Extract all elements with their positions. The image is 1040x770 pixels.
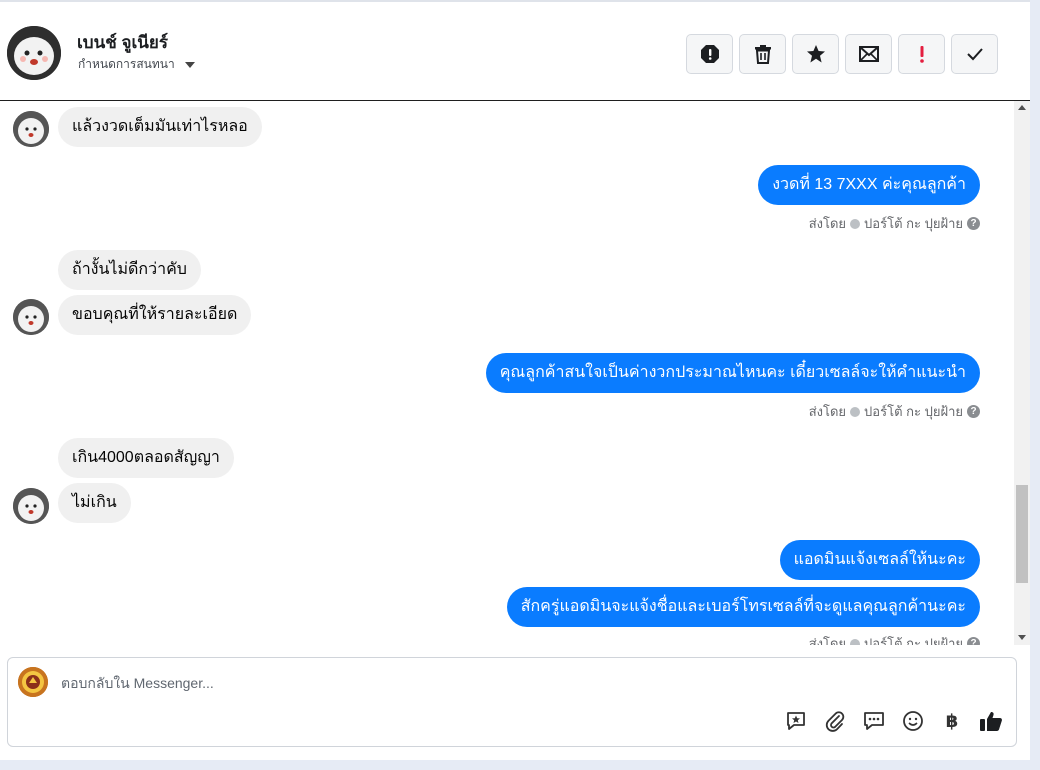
verified-icon	[850, 406, 861, 417]
exclamation-icon	[919, 46, 924, 63]
envelope-icon	[858, 46, 879, 62]
scrollbar-thumb[interactable]	[1016, 485, 1028, 583]
sender-name[interactable]: ปอร์โต้ กะ ปุยฝ้าย	[864, 633, 963, 645]
star-icon	[806, 45, 825, 63]
thumbs-up-icon	[980, 712, 1002, 731]
incoming-message[interactable]: เกิน4000ตลอดสัญญา	[58, 438, 234, 478]
star-button[interactable]	[792, 34, 839, 74]
header-actions	[686, 34, 998, 74]
mark-unread-button[interactable]	[845, 34, 892, 74]
conversation-settings-label: กำหนดการสนทนา	[78, 57, 175, 71]
follow-up-button[interactable]	[898, 34, 945, 74]
chat-bubble-icon	[864, 712, 884, 730]
sent-by-label: ส่งโดย	[808, 636, 847, 645]
contact-avatar-small	[13, 111, 49, 147]
delete-button[interactable]	[739, 34, 786, 74]
attach-button[interactable]	[822, 708, 848, 734]
scroll-up-arrow-icon[interactable]	[1018, 105, 1026, 110]
verified-icon	[850, 638, 861, 645]
saved-reply-icon	[787, 712, 805, 730]
sender-name[interactable]: ปอร์โต้ กะ ปุยฝ้าย	[864, 401, 963, 422]
incoming-message[interactable]: ไม่เกิน	[58, 483, 131, 523]
like-button[interactable]	[978, 708, 1004, 734]
help-icon[interactable]: ?	[967, 217, 980, 230]
reply-composer: ฿	[7, 657, 1017, 747]
baht-icon: ฿	[945, 710, 959, 731]
contact-avatar-small	[13, 488, 49, 524]
outgoing-message[interactable]: แอดมินแจ้งเซลล์ให้นะคะ	[779, 540, 980, 580]
help-icon[interactable]: ?	[967, 637, 980, 645]
conversation-settings-dropdown[interactable]: กำหนดการสนทนา	[78, 55, 195, 74]
quick-reply-button[interactable]	[861, 708, 887, 734]
alert-circle-icon	[700, 45, 719, 63]
check-icon	[966, 48, 983, 61]
outgoing-message[interactable]: สักครู่แอดมินจะแจ้งชื่อและเบอร์โทรเซลล์ท…	[506, 587, 980, 627]
mark-spam-button[interactable]	[686, 34, 733, 74]
contact-avatar-small	[13, 299, 49, 335]
incoming-message[interactable]: ถ้างั้นไม่ดีกว่าคับ	[58, 250, 201, 290]
incoming-message[interactable]: ขอบคุณที่ให้รายละเอียด	[58, 295, 252, 335]
sent-by-info: ส่งโดย ปอร์โต้ กะ ปุยฝ้าย ?	[809, 401, 980, 422]
inbox-frame: เบนช์ จูเนียร์ กำหนดการสนทนา แล้วงวดเต็ม…	[0, 0, 1030, 770]
mark-done-button[interactable]	[951, 34, 998, 74]
sent-by-info: ส่งโดย ปอร์โต้ กะ ปุยฝ้าย ?	[809, 633, 980, 645]
composer-toolbar: ฿	[783, 708, 1004, 734]
contact-avatar[interactable]	[7, 26, 61, 80]
message-thread[interactable]: แล้วงวดเต็มมันเท่าไรหลอ งวดที่ 13 7XXX ค…	[0, 101, 1014, 645]
saved-reply-button[interactable]	[783, 708, 809, 734]
emoji-button[interactable]	[900, 708, 926, 734]
page-avatar	[18, 667, 48, 697]
payment-button[interactable]: ฿	[939, 708, 965, 734]
thread-scrollbar[interactable]	[1014, 101, 1030, 645]
scroll-down-arrow-icon[interactable]	[1018, 635, 1026, 640]
verified-icon	[850, 218, 861, 229]
sent-by-info: ส่งโดย ปอร์โต้ กะ ปุยฝ้าย ?	[809, 213, 980, 234]
sent-by-label: ส่งโดย	[808, 216, 847, 231]
caret-down-icon	[184, 61, 195, 68]
conversation-header: เบนช์ จูเนียร์ กำหนดการสนทนา	[0, 0, 1030, 101]
sent-by-label: ส่งโดย	[808, 404, 847, 419]
window-edge	[1030, 0, 1040, 770]
trash-icon	[754, 45, 771, 64]
outgoing-message[interactable]: งวดที่ 13 7XXX ค่ะคุณลูกค้า	[758, 165, 980, 205]
window-edge-bottom	[0, 760, 1040, 770]
sender-name[interactable]: ปอร์โต้ กะ ปุยฝ้าย	[864, 213, 963, 234]
incoming-message[interactable]: แล้วงวดเต็มมันเท่าไรหลอ	[58, 107, 262, 147]
reply-input[interactable]	[61, 672, 761, 694]
contact-name[interactable]: เบนช์ จูเนียร์	[77, 29, 168, 56]
paperclip-icon	[825, 711, 845, 732]
smiley-icon	[903, 711, 923, 731]
help-icon[interactable]: ?	[967, 405, 980, 418]
outgoing-message[interactable]: คุณลูกค้าสนใจเป็นค่างวกประมาณไหนคะ เดี๋ย…	[485, 353, 980, 393]
